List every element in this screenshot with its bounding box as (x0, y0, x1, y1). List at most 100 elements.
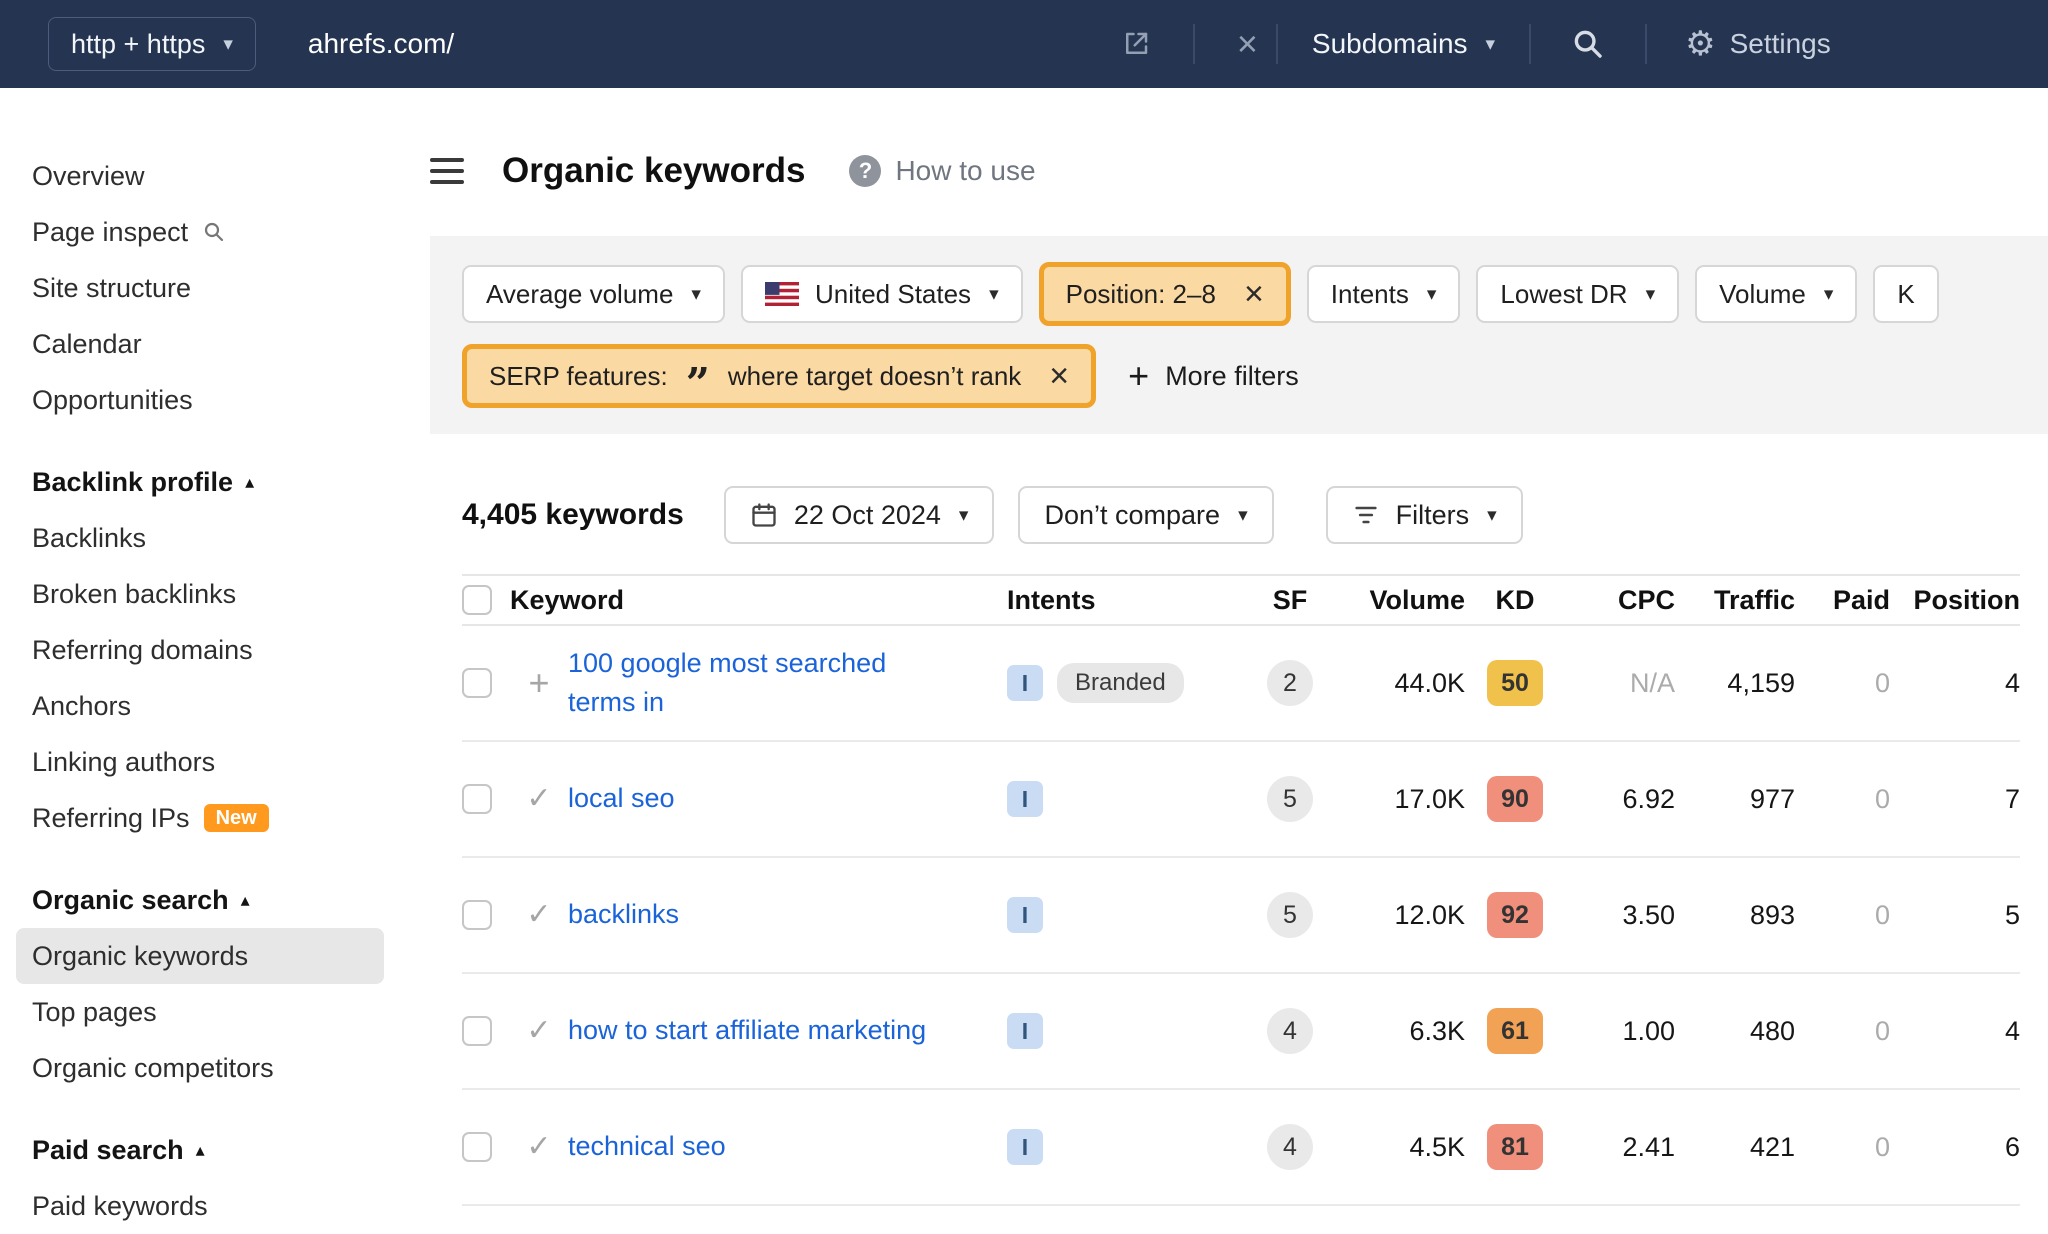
sidebar-item-overview[interactable]: Overview (16, 148, 384, 204)
calendar-icon (752, 503, 776, 527)
paid-value: 0 (1874, 667, 1890, 698)
sidebar-item-label: Organic keywords (32, 940, 249, 971)
filter-chip-value: where target doesn’t rank (727, 360, 1022, 391)
compare-dropdown[interactable]: Don’t compare ▾ (1018, 486, 1274, 544)
sidebar-item-broken-backlinks[interactable]: Broken backlinks (16, 566, 384, 622)
filter-chip-lowest-dr[interactable]: Lowest DR ▾ (1476, 265, 1680, 323)
column-header-position[interactable]: Position (1914, 585, 2021, 616)
row-checkbox[interactable] (462, 900, 492, 930)
plus-icon: + (1128, 355, 1150, 396)
how-to-use-button[interactable]: ? How to use (849, 155, 1036, 187)
sidebar-group-label: Backlink profile (32, 466, 234, 497)
serp-features-count: 2 (1267, 660, 1313, 706)
filter-chip-country[interactable]: United States ▾ (740, 265, 1023, 323)
keyword-link[interactable]: 100 google most searched terms in (568, 644, 948, 722)
date-picker-button[interactable]: 22 Oct 2024 ▾ (723, 486, 995, 544)
cpc-value: N/A (1629, 667, 1675, 698)
sidebar-item-referring-ips[interactable]: Referring IPs New (16, 790, 384, 846)
row-checkbox[interactable] (462, 1016, 492, 1046)
position-value: 5 (2004, 899, 2020, 930)
sidebar-item-paid-keywords[interactable]: Paid keywords (16, 1178, 384, 1234)
clear-url-button[interactable]: × (1237, 26, 1258, 62)
filters-button[interactable]: Filters ▾ (1325, 486, 1523, 544)
more-filters-button[interactable]: + More filters (1128, 358, 1299, 394)
settings-button[interactable]: ⚙ Settings (1685, 27, 1831, 61)
row-checkbox[interactable] (462, 784, 492, 814)
close-icon[interactable]: × (1244, 277, 1264, 311)
check-icon[interactable]: ✓ (526, 784, 551, 814)
kd-badge: 50 (1487, 660, 1543, 706)
target-url-input[interactable]: ahrefs.com/ × (308, 24, 1258, 64)
filter-chip-intents[interactable]: Intents ▾ (1306, 265, 1461, 323)
table-row: ✓ how to start affiliate marketing I 4 6… (462, 974, 2020, 1090)
sidebar-item-organic-competitors[interactable]: Organic competitors (16, 1040, 384, 1096)
filter-chip-serp-features[interactable]: SERP features: ” where target doesn’t ra… (462, 344, 1097, 408)
menu-button[interactable] (430, 154, 464, 188)
column-header-intents[interactable]: Intents (995, 585, 1245, 616)
close-icon[interactable]: × (1049, 359, 1069, 393)
keyword-link[interactable]: technical seo (568, 1131, 726, 1161)
sidebar-item-referring-domains[interactable]: Referring domains (16, 622, 384, 678)
sidebar-item-anchors[interactable]: Anchors (16, 678, 384, 734)
sidebar-item-top-pages[interactable]: Top pages (16, 984, 384, 1040)
filter-chip-label: Volume (1719, 278, 1806, 309)
protocol-dropdown[interactable]: http + https ▾ (48, 17, 256, 71)
page-title: Organic keywords (502, 151, 806, 190)
column-header-sf[interactable]: SF (1273, 585, 1308, 616)
traffic-value: 480 (1749, 1015, 1795, 1046)
paid-value: 0 (1874, 1131, 1890, 1162)
chevron-down-icon: ▾ (1645, 283, 1656, 305)
position-value: 4 (2004, 667, 2020, 698)
filter-chip-clipped[interactable]: K (1873, 265, 1939, 323)
column-header-traffic[interactable]: Traffic (1714, 585, 1795, 616)
sidebar-item-backlinks[interactable]: Backlinks (16, 510, 384, 566)
sidebar-group-organic-search[interactable]: Organic search ▴ (0, 872, 400, 928)
filter-chip-average-volume[interactable]: Average volume ▾ (462, 265, 725, 323)
date-label: 22 Oct 2024 (793, 499, 941, 530)
sidebar-item-page-inspect[interactable]: Page inspect (16, 204, 384, 260)
sidebar-item-organic-keywords[interactable]: Organic keywords (16, 928, 384, 984)
sidebar-item-site-structure[interactable]: Site structure (16, 260, 384, 316)
chevron-down-icon: ▾ (1485, 33, 1496, 55)
keyword-link[interactable]: how to start affiliate marketing (568, 1015, 926, 1045)
chevron-down-icon: ▾ (1238, 504, 1248, 526)
sidebar-item-opportunities[interactable]: Opportunities (16, 372, 384, 428)
check-icon[interactable]: ✓ (526, 1132, 551, 1162)
column-header-keyword[interactable]: Keyword (510, 585, 995, 616)
column-header-volume[interactable]: Volume (1369, 585, 1465, 616)
chevron-up-icon: ▴ (245, 471, 255, 492)
keywords-table: Keyword Intents SF Volume KD CPC Traffic… (462, 574, 2020, 1206)
column-header-kd[interactable]: KD (1496, 585, 1535, 616)
how-to-use-label: How to use (895, 155, 1036, 186)
sidebar-item-label: Referring domains (32, 634, 253, 665)
position-value: 6 (2004, 1131, 2020, 1162)
sidebar-item-linking-authors[interactable]: Linking authors (16, 734, 384, 790)
select-all-checkbox[interactable] (462, 585, 492, 615)
search-button[interactable] (1549, 27, 1627, 61)
cpc-value: 6.92 (1622, 783, 1675, 814)
expand-plus-icon[interactable]: + (528, 665, 549, 701)
column-header-paid[interactable]: Paid (1833, 585, 1890, 616)
serp-features-count: 5 (1267, 776, 1313, 822)
sidebar-group-label: Paid search (32, 1134, 184, 1165)
paid-value: 0 (1874, 1015, 1890, 1046)
column-header-cpc[interactable]: CPC (1618, 585, 1675, 616)
protocol-dropdown-label: http + https (71, 28, 206, 59)
scope-dropdown[interactable]: Subdomains ▾ (1296, 28, 1511, 60)
filter-chip-volume[interactable]: Volume ▾ (1695, 265, 1858, 323)
sidebar-item-calendar[interactable]: Calendar (16, 316, 384, 372)
keyword-link[interactable]: backlinks (568, 899, 679, 929)
row-checkbox[interactable] (462, 668, 492, 698)
check-icon[interactable]: ✓ (526, 900, 551, 930)
branded-badge: Branded (1057, 663, 1184, 703)
intent-badge: I (1007, 897, 1043, 933)
check-icon[interactable]: ✓ (526, 1016, 551, 1046)
topbar: http + https ▾ ahrefs.com/ × Subdomains … (0, 0, 2048, 88)
filter-chip-position[interactable]: Position: 2–8 × (1038, 262, 1291, 326)
sidebar-group-paid-search[interactable]: Paid search ▴ (0, 1122, 400, 1178)
open-in-new-tab-icon[interactable] (1121, 29, 1151, 59)
sidebar-item-label: Broken backlinks (32, 578, 237, 609)
row-checkbox[interactable] (462, 1132, 492, 1162)
sidebar-group-backlink-profile[interactable]: Backlink profile ▴ (0, 454, 400, 510)
keyword-link[interactable]: local seo (568, 783, 675, 813)
